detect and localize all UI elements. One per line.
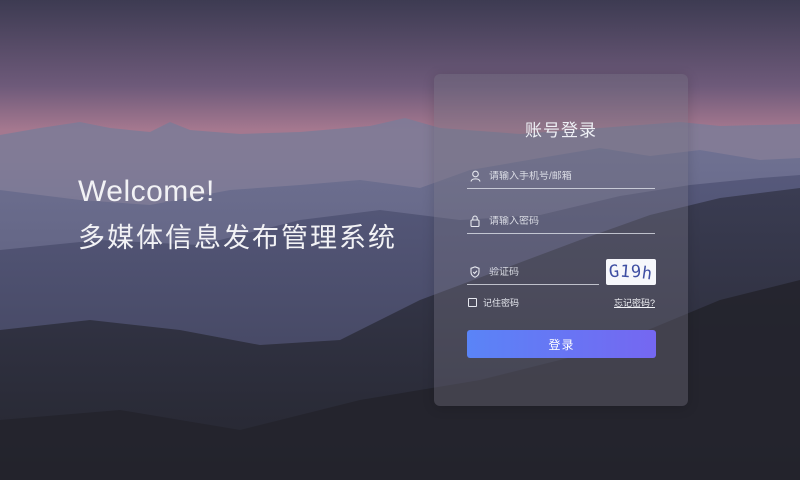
captcha-input[interactable] — [489, 266, 589, 278]
login-card: 账号登录 G19h 记住密码 忘记密码? 登录 — [434, 74, 688, 406]
system-name: 多媒体信息发布管理系统 — [78, 223, 397, 253]
user-icon — [467, 168, 483, 184]
remember-label: 记住密码 — [483, 298, 520, 308]
forgot-password-link[interactable]: 忘记密码? — [614, 296, 655, 309]
username-field — [467, 164, 655, 189]
lock-icon — [467, 213, 483, 229]
username-input[interactable] — [489, 170, 639, 182]
remember-password[interactable]: 记住密码 — [468, 296, 519, 309]
captcha-char: h — [640, 263, 655, 285]
shield-icon — [467, 264, 483, 280]
captcha-image[interactable]: G19h — [606, 259, 656, 285]
password-field — [467, 209, 655, 234]
password-input[interactable] — [489, 215, 639, 227]
remember-checkbox[interactable] — [468, 298, 477, 307]
welcome-title: Welcome! — [78, 175, 215, 208]
login-button[interactable]: 登录 — [467, 330, 656, 358]
captcha-field — [467, 260, 599, 285]
login-title: 账号登录 — [525, 121, 597, 140]
welcome-block: Welcome! 多媒体信息发布管理系统 — [78, 172, 397, 258]
